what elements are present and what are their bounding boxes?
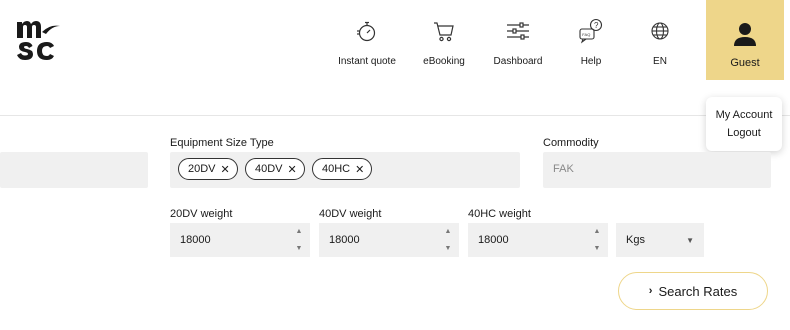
msc-logo[interactable] xyxy=(14,14,62,62)
nav-language-label: EN xyxy=(653,56,667,67)
weight-20dv-value: 18000 xyxy=(180,234,211,246)
number-spinner[interactable]: ▲ ▼ xyxy=(294,228,304,252)
chevron-down-icon: ▼ xyxy=(686,235,694,245)
weight-unit-select[interactable]: Kgs ▼ xyxy=(616,223,704,257)
spin-down-icon[interactable]: ▼ xyxy=(594,245,601,252)
spin-up-icon[interactable]: ▲ xyxy=(594,228,601,235)
nav-instant-quote-label: Instant quote xyxy=(338,56,396,67)
remove-chip-icon[interactable]: ✕ xyxy=(288,163,297,176)
weight-20dv-label: 20DV weight xyxy=(170,208,233,220)
svg-text:FAQ: FAQ xyxy=(582,32,590,37)
commodity-value: FAK xyxy=(553,163,574,175)
weight-40hc-value: 18000 xyxy=(478,234,509,246)
user-icon xyxy=(731,20,759,53)
chevron-right-icon: › xyxy=(648,285,653,297)
menu-item-my-account[interactable]: My Account xyxy=(716,106,773,124)
weight-40hc-input[interactable]: 18000 ▲ ▼ xyxy=(468,223,608,257)
equipment-chip[interactable]: 40DV ✕ xyxy=(245,158,305,180)
nav-language[interactable]: EN xyxy=(620,18,700,78)
equipment-chip[interactable]: 40HC ✕ xyxy=(312,158,372,180)
guest-label: Guest xyxy=(730,57,760,69)
chip-label: 40DV xyxy=(255,163,283,175)
search-rates-label: Search Rates xyxy=(658,283,738,299)
guest-account-button[interactable]: Guest xyxy=(706,0,784,80)
nav-help-label: Help xyxy=(580,56,602,67)
nav-instant-quote[interactable]: Instant quote xyxy=(327,18,407,78)
equipment-chip[interactable]: 20DV ✕ xyxy=(178,158,238,180)
search-rates-button[interactable]: › Search Rates xyxy=(618,272,768,310)
number-spinner[interactable]: ▲ ▼ xyxy=(443,228,453,252)
commodity-label: Commodity xyxy=(543,137,599,149)
number-spinner[interactable]: ▲ ▼ xyxy=(592,228,602,252)
spin-up-icon[interactable]: ▲ xyxy=(445,228,452,235)
equipment-size-type-label: Equipment Size Type xyxy=(170,137,274,149)
weight-unit-value: Kgs xyxy=(626,234,645,246)
weight-20dv-input[interactable]: 18000 ▲ ▼ xyxy=(170,223,310,257)
chip-label: 40HC xyxy=(322,163,351,175)
stopwatch-icon xyxy=(354,18,380,44)
menu-item-logout[interactable]: Logout xyxy=(727,124,761,142)
nav-ebooking[interactable]: eBooking xyxy=(404,18,484,78)
help-chat-icon: ? FAQ xyxy=(578,18,604,44)
remove-chip-icon[interactable]: ✕ xyxy=(221,163,230,176)
spin-up-icon[interactable]: ▲ xyxy=(296,228,303,235)
svg-text:?: ? xyxy=(594,21,599,30)
weight-40dv-value: 18000 xyxy=(329,234,360,246)
globe-icon xyxy=(647,18,673,44)
top-header: Instant quote eBooking Dashboard ? FAQ H… xyxy=(0,0,790,116)
left-field[interactable] xyxy=(0,152,148,188)
sliders-icon xyxy=(505,18,531,44)
cart-icon xyxy=(431,18,457,44)
spin-down-icon[interactable]: ▼ xyxy=(445,245,452,252)
chip-label: 20DV xyxy=(188,163,216,175)
weight-40dv-input[interactable]: 18000 ▲ ▼ xyxy=(319,223,459,257)
spin-down-icon[interactable]: ▼ xyxy=(296,245,303,252)
user-dropdown-menu: My Account Logout xyxy=(706,97,782,151)
weight-40dv-label: 40DV weight xyxy=(319,208,382,220)
nav-dashboard-label: Dashboard xyxy=(493,56,543,67)
nav-ebooking-label: eBooking xyxy=(423,56,465,67)
remove-chip-icon[interactable]: ✕ xyxy=(355,163,364,176)
nav-dashboard[interactable]: Dashboard xyxy=(478,18,558,78)
commodity-field[interactable] xyxy=(543,152,771,188)
nav-help[interactable]: ? FAQ Help xyxy=(551,18,631,78)
weight-40hc-label: 40HC weight xyxy=(468,208,531,220)
